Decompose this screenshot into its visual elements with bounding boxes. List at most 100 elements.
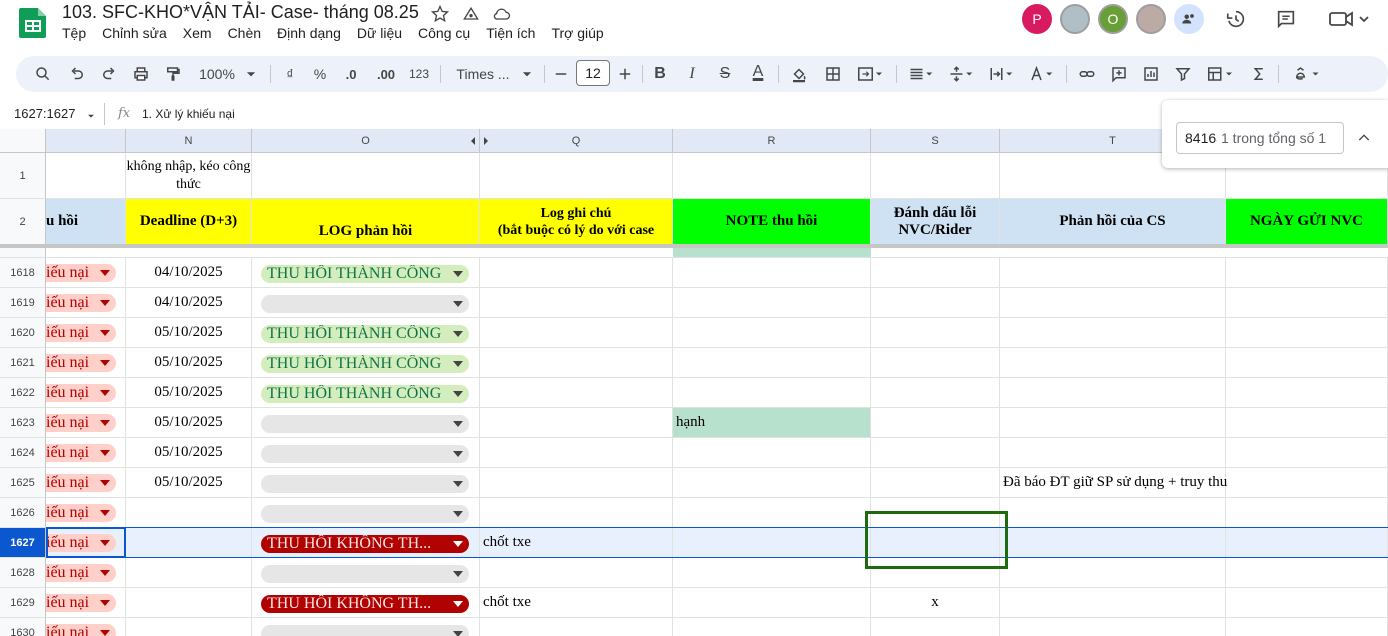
chevron-down-icon[interactable] — [453, 331, 463, 337]
menu-tools[interactable]: Công cụ — [418, 25, 470, 41]
log-status-dropdown[interactable]: THU HỒI KHÔNG TH... — [261, 535, 469, 553]
avatar-o[interactable]: O — [1098, 4, 1128, 34]
paint-format-icon[interactable] — [162, 56, 184, 92]
header-deadline[interactable]: Deadline (D+3) — [126, 199, 252, 245]
input-tools-icon[interactable] — [1288, 56, 1328, 92]
cell-q[interactable]: chốt txe — [480, 588, 673, 618]
cell-o[interactable] — [252, 498, 480, 528]
log-status-dropdown[interactable] — [261, 505, 469, 523]
cell-t[interactable] — [1000, 258, 1226, 288]
cell-s[interactable] — [871, 318, 1000, 348]
borders-icon[interactable] — [822, 56, 844, 92]
cell-s[interactable] — [871, 468, 1000, 498]
header-log-phan-hoi[interactable]: LOG phản hồi — [252, 199, 480, 245]
chevron-down-icon[interactable] — [100, 570, 110, 576]
chevron-down-icon[interactable] — [100, 360, 110, 366]
log-status-dropdown[interactable] — [261, 295, 469, 313]
sheets-logo-icon[interactable] — [18, 6, 48, 38]
cell-n[interactable]: 04/10/2025 — [126, 258, 252, 288]
cell-q[interactable] — [480, 498, 673, 528]
header-ngay-gui-nvc[interactable]: NGÀY GỬI NVC — [1226, 199, 1388, 245]
meet-video-icon[interactable] — [1328, 8, 1372, 30]
chevron-down-icon[interactable] — [100, 600, 110, 606]
chevron-down-icon[interactable] — [453, 301, 463, 307]
row-header[interactable]: 1620 — [0, 318, 46, 348]
star-icon[interactable] — [430, 4, 450, 24]
cell-r[interactable] — [673, 588, 871, 618]
increase-font-size-icon[interactable] — [616, 56, 634, 92]
menu-insert[interactable]: Chèn — [228, 25, 261, 41]
status-chip[interactable]: iếu nại — [46, 294, 116, 312]
cell-r[interactable] — [673, 378, 871, 408]
cell-r[interactable] — [673, 558, 871, 588]
cell-q[interactable] — [480, 558, 673, 588]
chevron-down-icon[interactable] — [453, 481, 463, 487]
cell-q[interactable] — [480, 288, 673, 318]
functions-icon[interactable] — [1248, 56, 1270, 92]
chevron-down-icon[interactable] — [453, 571, 463, 577]
cell-n1[interactable]: không nhập, kéo công thức — [126, 153, 252, 199]
row-header[interactable]: 1618 — [0, 258, 46, 288]
cell-q[interactable] — [480, 468, 673, 498]
cell-t[interactable] — [1000, 528, 1226, 558]
row-header[interactable]: 1624 — [0, 438, 46, 468]
chevron-down-icon[interactable] — [453, 511, 463, 517]
move-to-folder-icon[interactable] — [461, 4, 481, 24]
column-header-s[interactable]: S — [871, 129, 1000, 153]
insert-comment-icon[interactable] — [1108, 56, 1130, 92]
cell-m[interactable]: iếu nại — [46, 498, 126, 528]
cell-s1[interactable] — [871, 153, 1000, 199]
cell-r[interactable] — [673, 438, 871, 468]
avatar-p[interactable]: P — [1022, 4, 1052, 34]
merge-cells-icon[interactable] — [852, 56, 888, 92]
chevron-down-icon[interactable] — [100, 300, 110, 306]
header-phan-hoi-cs[interactable]: Phản hồi của CS — [1000, 199, 1226, 245]
increase-decimal-button[interactable]: .00 — [372, 56, 400, 92]
chevron-down-icon[interactable] — [453, 361, 463, 367]
cell-u[interactable] — [1226, 318, 1388, 348]
status-chip[interactable]: iếu nại — [46, 354, 116, 372]
cell-q[interactable] — [480, 318, 673, 348]
cell-t[interactable] — [1000, 438, 1226, 468]
cell-n[interactable]: 05/10/2025 — [126, 318, 252, 348]
cell-m[interactable]: iếu nại — [46, 288, 126, 318]
cell-r[interactable] — [673, 318, 871, 348]
cell-n[interactable] — [126, 528, 252, 558]
cell-m[interactable]: iếu nại — [46, 528, 126, 558]
row-header[interactable]: 1629 — [0, 588, 46, 618]
status-chip[interactable]: iếu nại — [46, 564, 116, 582]
chevron-down-icon[interactable] — [453, 541, 463, 547]
cell-q[interactable] — [480, 438, 673, 468]
cell-t[interactable] — [1000, 408, 1226, 438]
status-chip[interactable]: iếu nại — [46, 594, 116, 612]
chevron-down-icon[interactable] — [453, 601, 463, 607]
chevron-down-icon[interactable] — [100, 270, 110, 276]
cell-t[interactable] — [1000, 378, 1226, 408]
cell-t[interactable]: Đã báo ĐT giữ SP sử dụng + truy thu — [1000, 468, 1227, 498]
more-collaborators-icon[interactable] — [1174, 4, 1204, 34]
cell-r[interactable] — [673, 258, 871, 288]
cell-n[interactable]: 05/10/2025 — [126, 408, 252, 438]
bold-button[interactable]: B — [650, 56, 670, 92]
row-header[interactable]: 1626 — [0, 498, 46, 528]
status-chip[interactable]: iếu nại — [46, 324, 116, 342]
cell-r[interactable] — [673, 498, 871, 528]
horizontal-align-icon[interactable] — [904, 56, 938, 92]
cell-q[interactable] — [480, 408, 673, 438]
row-header-1[interactable]: 1 — [0, 153, 46, 199]
log-status-dropdown[interactable]: THU HỒI KHÔNG TH... — [261, 595, 469, 613]
italic-button[interactable]: I — [682, 56, 702, 92]
cell-r[interactable] — [673, 348, 871, 378]
cell-m[interactable]: iếu nại — [46, 378, 126, 408]
cell-t[interactable] — [1000, 498, 1226, 528]
cell-n[interactable] — [126, 558, 252, 588]
cell-n[interactable] — [126, 498, 252, 528]
font-family-select[interactable]: Times ... — [452, 56, 514, 92]
decrease-decimal-button[interactable]: .0 — [338, 56, 364, 92]
strikethrough-button[interactable]: S — [714, 56, 736, 92]
currency-format-button[interactable]: ₫ — [280, 56, 300, 92]
row-header[interactable]: 1621 — [0, 348, 46, 378]
chevron-down-icon[interactable] — [100, 420, 110, 426]
cell-u[interactable] — [1226, 438, 1388, 468]
log-status-dropdown[interactable]: THU HỒI THÀNH CÔNG — [261, 355, 469, 373]
